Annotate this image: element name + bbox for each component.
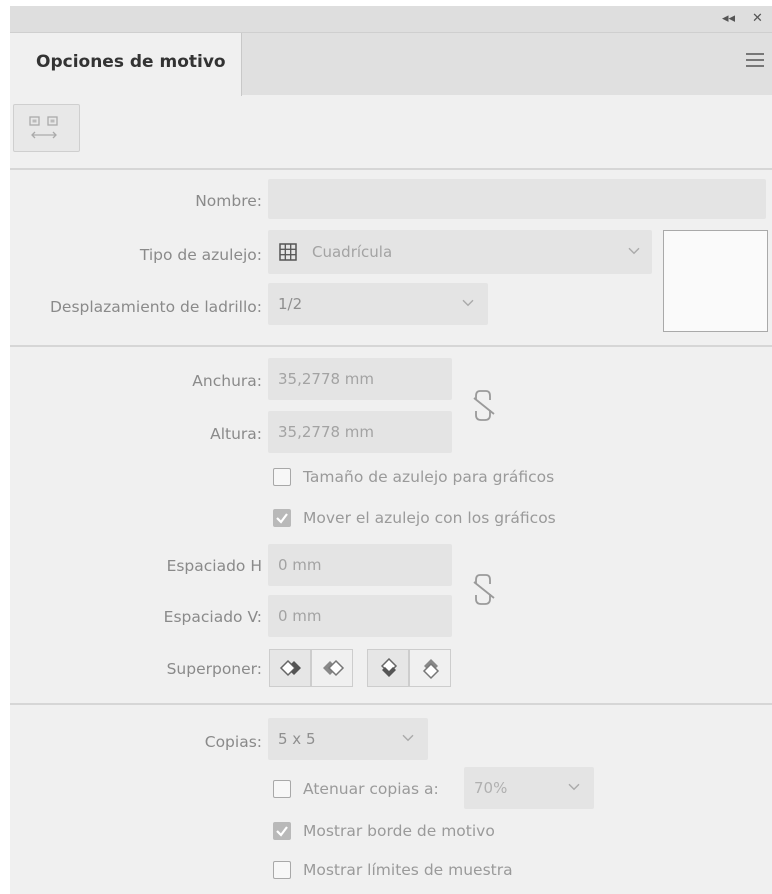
mover-azulejo-checkbox[interactable] bbox=[273, 509, 291, 527]
espaciado-h-input[interactable]: 0 mm bbox=[268, 544, 452, 586]
desplazamiento-select[interactable]: 1/2 bbox=[268, 283, 488, 325]
tipo-azulejo-select[interactable]: Cuadrícula bbox=[268, 230, 652, 274]
checkmark-icon bbox=[276, 826, 288, 837]
tipo-azulejo-label: Tipo de azulejo: bbox=[139, 246, 262, 264]
tipo-azulejo-value: Cuadrícula bbox=[312, 243, 393, 261]
divider bbox=[10, 703, 772, 705]
atenuar-copias-checkbox[interactable] bbox=[273, 780, 291, 798]
espaciado-v-label: Espaciado V: bbox=[163, 608, 262, 626]
altura-input[interactable]: 35,2778 mm bbox=[268, 411, 452, 453]
anchura-label: Anchura: bbox=[192, 372, 262, 390]
overlap-top-front-icon bbox=[380, 658, 398, 677]
mostrar-borde-label: Mostrar borde de motivo bbox=[303, 822, 495, 840]
tamano-azulejo-checkbox[interactable] bbox=[273, 468, 291, 486]
mostrar-borde-checkbox[interactable] bbox=[273, 822, 291, 840]
broken-chain-link-icon[interactable] bbox=[472, 388, 498, 424]
espaciado-h-label: Espaciado H bbox=[166, 557, 262, 575]
overlap-bottom-front-icon bbox=[422, 659, 440, 680]
superponer-label: Superponer: bbox=[166, 660, 262, 678]
close-panel-button[interactable]: ✕ bbox=[752, 11, 763, 27]
divider bbox=[10, 168, 772, 170]
broken-chain-link-icon[interactable] bbox=[472, 572, 498, 608]
collapse-panel-button[interactable]: ◂◂ bbox=[722, 11, 735, 27]
tamano-azulejo-label: Tamaño de azulejo para gráficos bbox=[303, 468, 555, 486]
chevron-down-icon bbox=[402, 734, 414, 742]
desplazamiento-value: 1/2 bbox=[278, 295, 303, 313]
nombre-label: Nombre: bbox=[195, 192, 262, 210]
copias-value: 5 x 5 bbox=[278, 730, 316, 748]
pattern-tile-tool-button[interactable] bbox=[13, 104, 80, 152]
grid-icon bbox=[279, 243, 297, 261]
checkmark-icon bbox=[276, 513, 288, 524]
panel-tab-bar: Opciones de motivo bbox=[10, 33, 772, 96]
pattern-options-panel: ◂◂ ✕ Opciones de motivo Nombre: Tipo de … bbox=[10, 6, 772, 894]
overlap-top-in-front-button[interactable] bbox=[367, 649, 409, 687]
atenuar-copias-label: Atenuar copias a: bbox=[303, 780, 439, 798]
overlap-right-front-icon bbox=[323, 659, 345, 677]
overlap-left-in-front-button[interactable] bbox=[269, 649, 311, 687]
overlap-right-in-front-button[interactable] bbox=[311, 649, 353, 687]
copias-select[interactable]: 5 x 5 bbox=[268, 718, 428, 760]
panel-top-bar: ◂◂ ✕ bbox=[10, 6, 772, 33]
desplazamiento-label: Desplazamiento de ladrillo: bbox=[49, 298, 262, 316]
divider bbox=[10, 345, 772, 347]
hamburger-menu-icon[interactable] bbox=[746, 53, 764, 71]
chevron-down-icon bbox=[628, 247, 640, 255]
espaciado-v-input[interactable]: 0 mm bbox=[268, 595, 452, 637]
overlap-bottom-in-front-button[interactable] bbox=[409, 649, 451, 687]
chevron-down-icon bbox=[568, 783, 580, 791]
atenuar-copias-value: 70% bbox=[474, 779, 508, 797]
tile-preview-box bbox=[663, 230, 768, 332]
nombre-input[interactable] bbox=[268, 179, 766, 219]
altura-label: Altura: bbox=[210, 425, 262, 443]
anchura-input[interactable]: 35,2778 mm bbox=[268, 358, 452, 400]
mostrar-limites-checkbox[interactable] bbox=[273, 861, 291, 879]
mover-azulejo-label: Mover el azulejo con los gráficos bbox=[303, 509, 556, 527]
copias-label: Copias: bbox=[204, 733, 262, 751]
atenuar-copias-select[interactable]: 70% bbox=[464, 767, 594, 809]
pattern-tile-tool-icon bbox=[29, 116, 58, 139]
tab-opciones-de-motivo[interactable]: Opciones de motivo bbox=[10, 33, 242, 96]
overlap-left-front-icon bbox=[279, 659, 301, 677]
mostrar-limites-label: Mostrar límites de muestra bbox=[303, 861, 513, 879]
chevron-down-icon bbox=[462, 299, 474, 307]
panel-title: Opciones de motivo bbox=[36, 52, 226, 72]
